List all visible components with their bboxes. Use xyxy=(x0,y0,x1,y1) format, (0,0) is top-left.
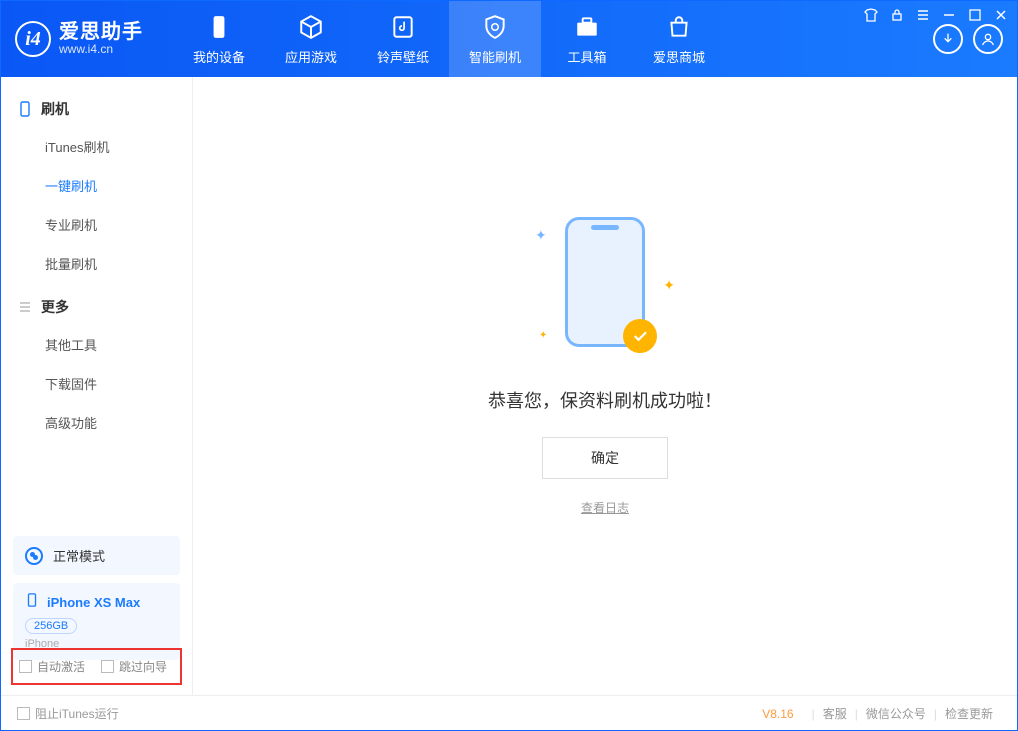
device-icon xyxy=(205,13,233,41)
phone-icon xyxy=(17,101,33,117)
toolbox-icon xyxy=(573,13,601,41)
main-nav: 我的设备 应用游戏 铃声壁纸 智能刷机 工具箱 爱思商城 xyxy=(173,1,725,77)
menu-icon[interactable] xyxy=(915,7,931,23)
app-logo: i4 爱思助手 www.i4.cn xyxy=(15,21,143,57)
nav-store[interactable]: 爱思商城 xyxy=(633,1,725,77)
footer-link-wechat[interactable]: 微信公众号 xyxy=(866,705,926,722)
sidebar: 刷机 iTunes刷机 一键刷机 专业刷机 批量刷机 更多 其他工具 下载固件 … xyxy=(1,77,193,695)
nav-label: 智能刷机 xyxy=(469,47,521,66)
account-button[interactable] xyxy=(973,24,1003,54)
view-log-link[interactable]: 查看日志 xyxy=(581,499,629,516)
checkbox-icon xyxy=(101,660,114,673)
download-button[interactable] xyxy=(933,24,963,54)
nav-label: 我的设备 xyxy=(193,47,245,66)
success-illustration: ✦ ✦ ✦ xyxy=(565,217,645,347)
footer: 阻止iTunes运行 V8.16 | 客服 | 微信公众号 | 检查更新 xyxy=(1,695,1017,731)
success-message: 恭喜您，保资料刷机成功啦！ xyxy=(488,387,722,413)
logo-badge-icon: i4 xyxy=(15,21,51,57)
app-name: 爱思助手 xyxy=(59,21,143,43)
checkbox-icon xyxy=(19,660,32,673)
sidebar-item-advanced[interactable]: 高级功能 xyxy=(1,403,192,442)
footer-link-support[interactable]: 客服 xyxy=(823,705,847,722)
nav-ringtones[interactable]: 铃声壁纸 xyxy=(357,1,449,77)
ok-button[interactable]: 确定 xyxy=(542,437,668,479)
sidebar-item-itunes-flash[interactable]: iTunes刷机 xyxy=(1,127,192,166)
music-note-icon xyxy=(389,13,417,41)
mode-label: 正常模式 xyxy=(53,546,105,565)
checkbox-icon xyxy=(17,707,30,720)
header-right xyxy=(933,24,1003,54)
device-mode-card[interactable]: 正常模式 xyxy=(13,536,180,575)
nav-toolbox[interactable]: 工具箱 xyxy=(541,1,633,77)
list-icon xyxy=(17,299,33,315)
checkbox-block-itunes[interactable]: 阻止iTunes运行 xyxy=(17,705,119,722)
nav-label: 铃声壁纸 xyxy=(377,47,429,66)
version-label: V8.16 xyxy=(762,707,793,721)
nav-label: 应用游戏 xyxy=(285,47,337,66)
sidebar-group-more: 更多 其他工具 下载固件 高级功能 xyxy=(1,289,192,448)
phone-small-icon xyxy=(25,593,39,612)
checkbox-auto-activate[interactable]: 自动激活 xyxy=(19,658,85,675)
nav-my-device[interactable]: 我的设备 xyxy=(173,1,265,77)
sidebar-item-other-tools[interactable]: 其他工具 xyxy=(1,325,192,364)
group-title: 更多 xyxy=(41,297,69,317)
sidebar-item-pro-flash[interactable]: 专业刷机 xyxy=(1,205,192,244)
sidebar-options-highlight: 自动激活 跳过向导 xyxy=(11,648,182,685)
shield-refresh-icon xyxy=(481,13,509,41)
main-content: ✦ ✦ ✦ 恭喜您，保资料刷机成功啦！ 确定 查看日志 xyxy=(193,77,1017,695)
maximize-icon[interactable] xyxy=(967,7,983,23)
body: 刷机 iTunes刷机 一键刷机 专业刷机 批量刷机 更多 其他工具 下载固件 … xyxy=(1,77,1017,695)
app-window: i4 爱思助手 www.i4.cn 我的设备 应用游戏 铃声壁纸 智能刷机 xyxy=(0,0,1018,731)
nav-apps-games[interactable]: 应用游戏 xyxy=(265,1,357,77)
check-badge-icon xyxy=(623,319,657,353)
shirt-icon[interactable] xyxy=(863,7,879,23)
sidebar-item-download-firmware[interactable]: 下载固件 xyxy=(1,364,192,403)
sidebar-group-flash: 刷机 iTunes刷机 一键刷机 专业刷机 批量刷机 xyxy=(1,91,192,289)
checkbox-skip-guide[interactable]: 跳过向导 xyxy=(101,658,167,675)
sparkle-icon: ✦ xyxy=(535,227,547,244)
footer-link-update[interactable]: 检查更新 xyxy=(945,705,993,722)
nav-smart-flash[interactable]: 智能刷机 xyxy=(449,1,541,77)
nav-label: 爱思商城 xyxy=(653,47,705,66)
minimize-icon[interactable] xyxy=(941,7,957,23)
sidebar-item-batch-flash[interactable]: 批量刷机 xyxy=(1,244,192,283)
group-title: 刷机 xyxy=(41,99,69,119)
bag-icon xyxy=(665,13,693,41)
window-controls xyxy=(863,7,1009,23)
device-name: iPhone XS Max xyxy=(47,595,140,610)
sidebar-item-oneclick-flash[interactable]: 一键刷机 xyxy=(1,166,192,205)
app-url: www.i4.cn xyxy=(59,43,143,56)
cube-icon xyxy=(297,13,325,41)
close-icon[interactable] xyxy=(993,7,1009,23)
device-capacity: 256GB xyxy=(25,618,77,634)
sparkle-icon: ✦ xyxy=(539,330,547,341)
lock-icon[interactable] xyxy=(889,7,905,23)
nav-label: 工具箱 xyxy=(567,47,606,66)
sparkle-icon: ✦ xyxy=(663,277,675,294)
mode-icon xyxy=(25,547,43,565)
